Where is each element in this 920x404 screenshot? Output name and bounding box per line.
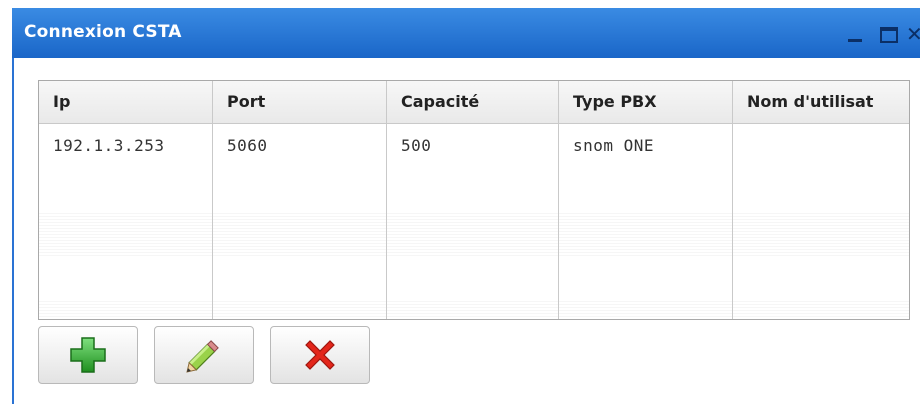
- minimize-icon[interactable]: [838, 22, 872, 46]
- cell-username: [733, 124, 909, 168]
- cell-ip: 192.1.3.253: [53, 136, 165, 155]
- close-icon[interactable]: ✕: [906, 22, 920, 46]
- maximize-icon[interactable]: [872, 22, 906, 46]
- grid-header: Ip Port Capacité Type PBX Nom d'utilisat: [39, 81, 909, 124]
- window-title: Connexion CSTA: [24, 22, 182, 42]
- row-stripe: [39, 212, 909, 256]
- plus-icon: [70, 337, 106, 373]
- delete-button[interactable]: [270, 326, 370, 384]
- column-header-capacity[interactable]: Capacité: [387, 81, 559, 123]
- grid-toolbar: [38, 326, 370, 384]
- column-header-ip[interactable]: Ip: [39, 81, 213, 123]
- csta-connection-window: Connexion CSTA ✕ Ip Port Capacité Type P…: [0, 0, 920, 404]
- cell-capacity: 500: [401, 136, 432, 155]
- column-header-username[interactable]: Nom d'utilisat: [733, 81, 909, 123]
- x-icon: [305, 340, 335, 370]
- table-row[interactable]: 192.1.3.253 5060 500 snom ONE: [39, 124, 909, 168]
- edit-button[interactable]: [154, 326, 254, 384]
- column-header-pbx-type[interactable]: Type PBX: [559, 81, 733, 123]
- window-titlebar[interactable]: Connexion CSTA ✕: [12, 8, 920, 58]
- row-stripe: [39, 300, 909, 319]
- cell-port: 5060: [227, 136, 268, 155]
- cell-pbx-type: snom ONE: [573, 136, 655, 155]
- connections-grid: Ip Port Capacité Type PBX Nom d'utilisat…: [38, 80, 910, 320]
- pencil-icon: [186, 340, 219, 373]
- window-controls: ✕: [838, 22, 920, 46]
- grid-body: 192.1.3.253 5060 500 snom ONE: [39, 124, 909, 319]
- column-header-port[interactable]: Port: [213, 81, 387, 123]
- add-button[interactable]: [38, 326, 138, 384]
